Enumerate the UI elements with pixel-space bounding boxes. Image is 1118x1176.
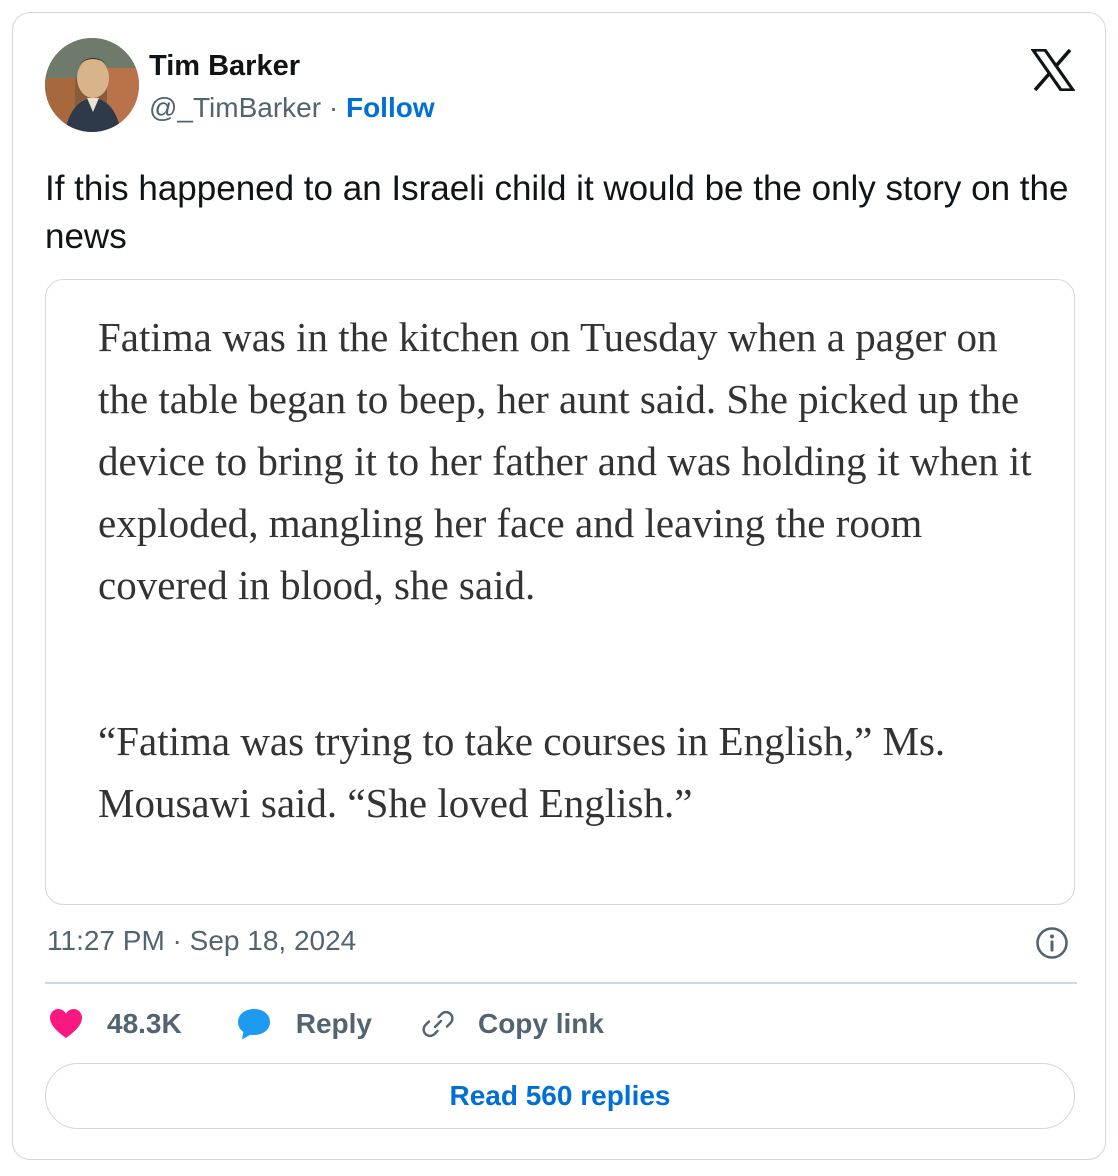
separator-dot: · (328, 92, 339, 123)
author-handle-line: @_TimBarker · Follow (149, 92, 435, 124)
copy-link-label: Copy link (477, 1008, 604, 1039)
quoted-image[interactable]: Fatima was in the kitchen on Tuesday whe… (45, 279, 1075, 905)
avatar[interactable] (45, 38, 139, 132)
copy-link-button[interactable]: Copy link (420, 1006, 604, 1042)
reply-bubble-icon (236, 1007, 272, 1041)
reply-label: Reply (295, 1008, 372, 1039)
divider (45, 982, 1077, 984)
tweet-embed-card: Tim Barker @_TimBarker · Follow If this … (12, 12, 1106, 1160)
read-replies-button[interactable]: Read 560 replies (45, 1063, 1075, 1129)
tweet-text: If this happened to an Israeli child it … (45, 169, 1069, 256)
like-button[interactable]: 48.3K (49, 1008, 182, 1040)
heart-icon (49, 1008, 83, 1040)
x-logo-icon[interactable] (1029, 48, 1077, 92)
read-replies-label: Read 560 replies (449, 1080, 671, 1111)
author-name[interactable]: Tim Barker (149, 50, 300, 82)
tweet-timestamp[interactable]: 11:27 PM · Sep 18, 2024 (47, 923, 356, 959)
author-handle[interactable]: @_TimBarker (149, 92, 321, 123)
follow-button[interactable]: Follow (346, 92, 435, 123)
quoted-paragraph-2: “Fatima was trying to take courses in En… (98, 718, 946, 826)
link-icon (420, 1006, 456, 1042)
reply-button[interactable]: Reply (236, 1007, 372, 1041)
action-bar: 48.3K Reply Copy link (49, 1003, 604, 1045)
info-icon[interactable] (1035, 926, 1069, 960)
quoted-paragraph-1: Fatima was in the kitchen on Tuesday whe… (98, 314, 1032, 608)
likes-count: 48.3K (107, 1008, 182, 1039)
